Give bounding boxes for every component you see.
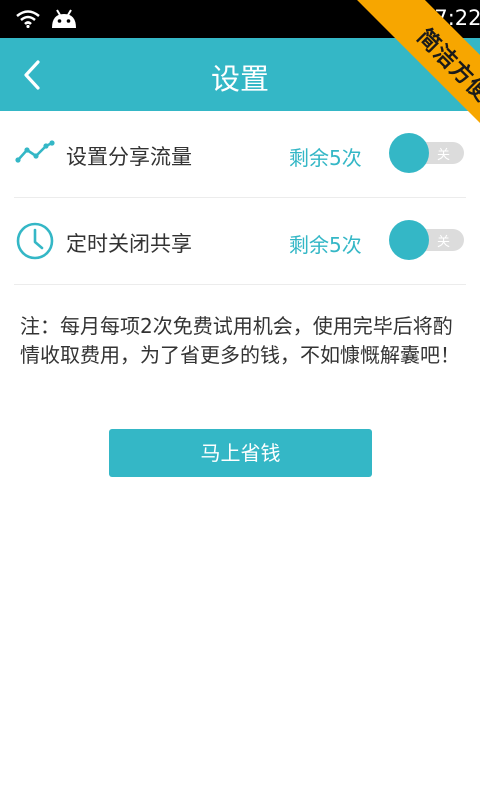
divider — [14, 284, 466, 285]
setting-row-timer-close: 定时关闭共享 剩余5次 关 — [0, 198, 480, 285]
remaining-count: 剩余5次 — [289, 146, 362, 170]
toggle-knob[interactable] — [389, 133, 429, 173]
wifi-icon — [16, 10, 40, 28]
setting-label: 定时关闭共享 — [66, 232, 192, 256]
trend-line-icon — [15, 140, 55, 163]
setting-row-share-traffic: 设置分享流量 剩余5次 关 — [0, 111, 480, 198]
toggle-off-label: 关 — [436, 148, 450, 163]
save-money-button[interactable]: 马上省钱 — [109, 429, 372, 477]
android-icon — [52, 9, 76, 28]
clock-icon — [16, 222, 54, 260]
usage-note: 注：每月每项2次免费试用机会，使用完毕后将酌情收取费用，为了省更多的钱，不如慷慨… — [20, 314, 460, 367]
remaining-count: 剩余5次 — [289, 233, 362, 257]
toggle-off-label: 关 — [436, 235, 450, 250]
share-traffic-toggle[interactable]: 关 — [388, 133, 466, 173]
toggle-knob[interactable] — [389, 220, 429, 260]
setting-label: 设置分享流量 — [66, 145, 192, 169]
timer-close-toggle[interactable]: 关 — [388, 220, 466, 260]
